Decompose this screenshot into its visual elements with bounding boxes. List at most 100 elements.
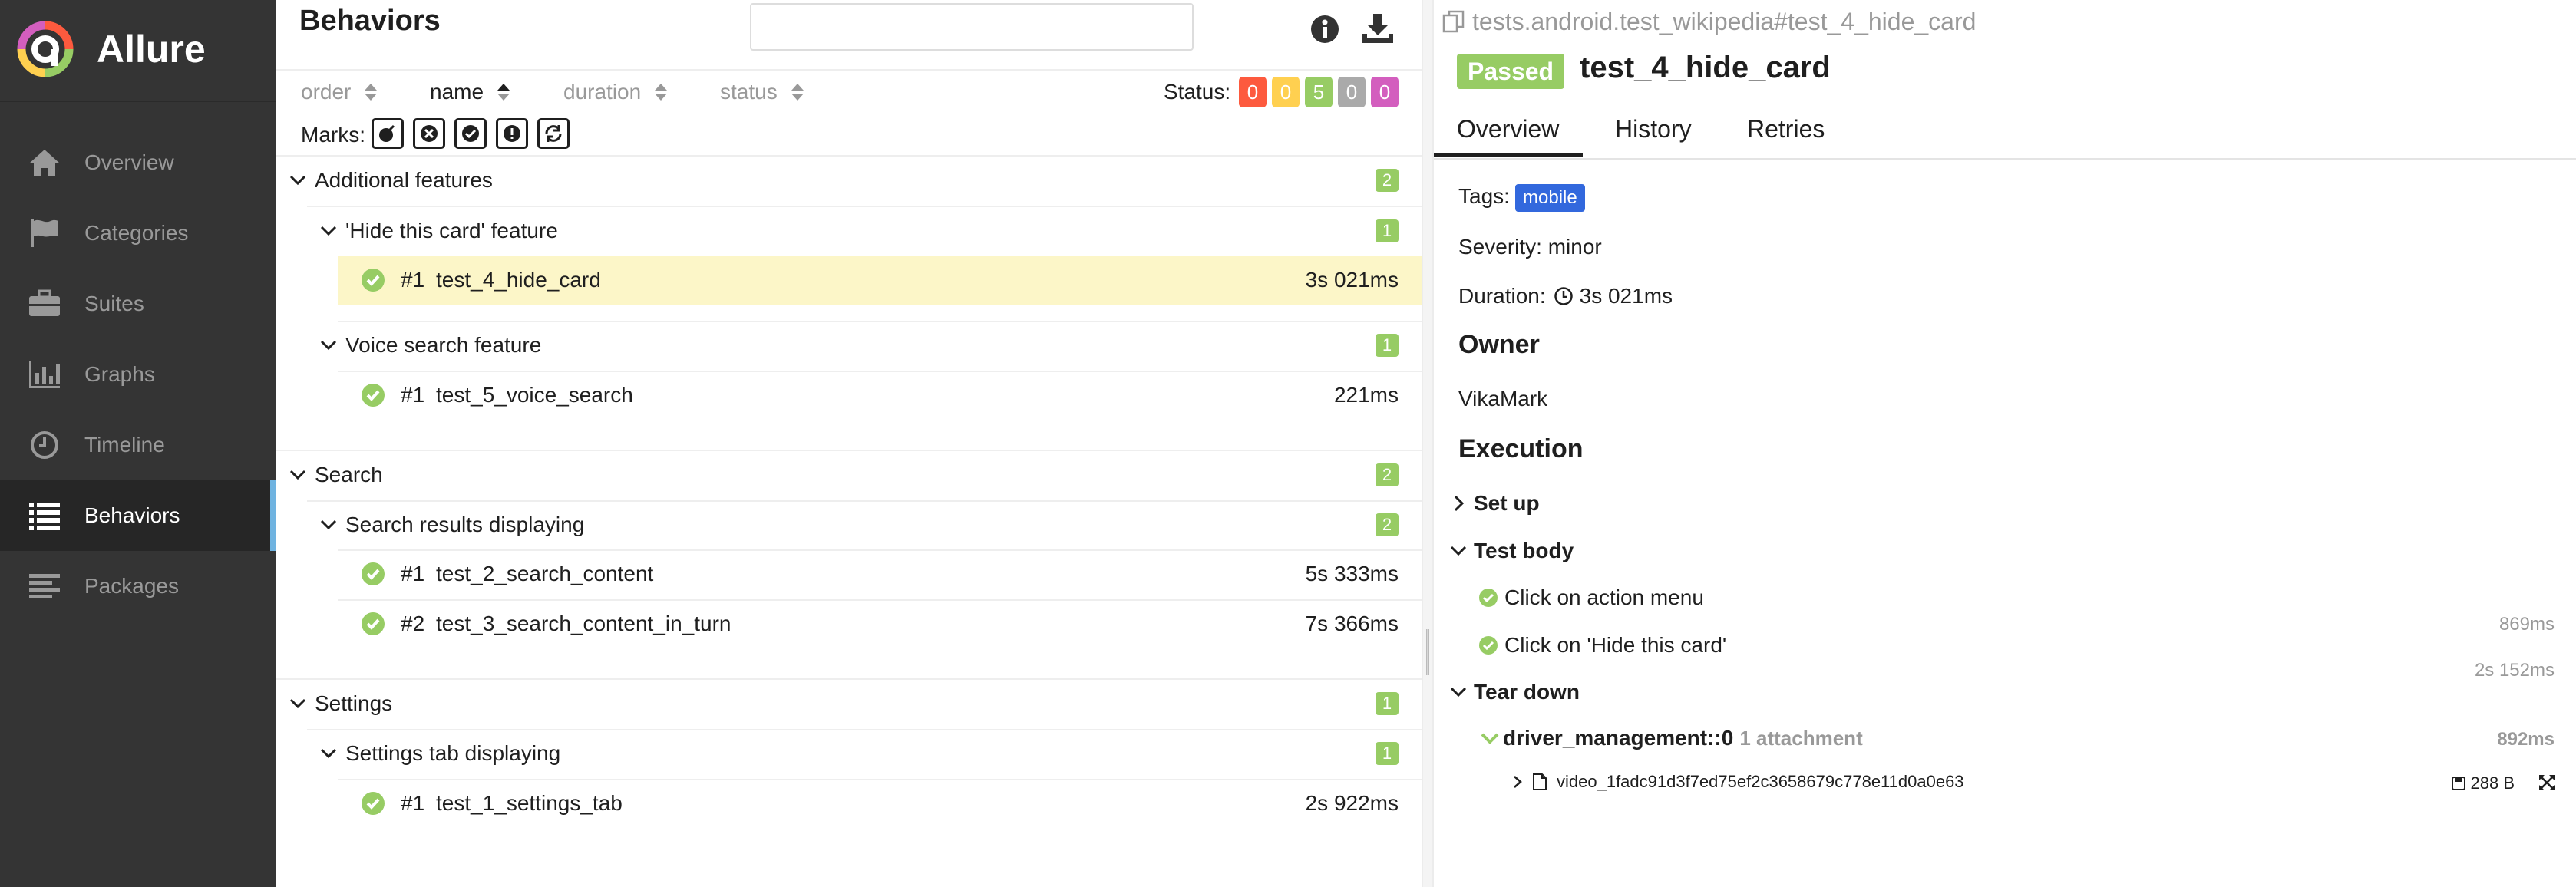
behaviors-panel: Behaviors order name duration status Sta… bbox=[276, 0, 1422, 887]
sidebar-item-label: Packages bbox=[84, 574, 179, 598]
tabs-divider bbox=[1434, 158, 2576, 160]
fixture-driver-management[interactable]: driver_management::0 1 attachment bbox=[1480, 726, 1863, 750]
sidebar-item-categories[interactable]: Categories bbox=[0, 198, 276, 269]
brand[interactable]: Allure bbox=[17, 18, 206, 80]
sort-by-order[interactable]: order bbox=[301, 80, 378, 104]
execution-heading: Execution bbox=[1458, 434, 1584, 463]
status-broken-toggle[interactable]: 0 bbox=[1272, 77, 1300, 107]
sidebar-item-packages[interactable]: Packages bbox=[0, 551, 276, 622]
tree-group-hide-card-feature[interactable]: 'Hide this card' feature 1 bbox=[276, 207, 1422, 255]
attachment-size-value: 288 B bbox=[2470, 773, 2515, 793]
count-badge: 1 bbox=[1376, 219, 1399, 242]
sidebar-item-label: Graphs bbox=[84, 362, 155, 386]
tree-group-search-results-displaying[interactable]: Search results displaying 2 bbox=[276, 501, 1422, 549]
test-name: test_5_voice_search bbox=[436, 383, 633, 407]
info-icon[interactable] bbox=[1309, 14, 1340, 45]
sidebar-item-timeline[interactable]: Timeline bbox=[0, 410, 276, 480]
stage-label: Test body bbox=[1474, 539, 1574, 562]
test-row-test-3-search-content-in-turn[interactable]: #2 test_3_search_content_in_turn 7s 366m… bbox=[338, 599, 1422, 648]
test-name: test_4_hide_card bbox=[436, 268, 601, 292]
testcase-title: test_4_hide_card bbox=[1580, 51, 1831, 84]
download-icon[interactable] bbox=[1360, 11, 1395, 46]
testcase-full-name: tests.android.test_wikipedia#test_4_hide… bbox=[1472, 8, 1977, 35]
home-icon bbox=[29, 150, 60, 176]
mark-new-failed-toggle[interactable] bbox=[413, 118, 445, 149]
chevron-down-icon bbox=[320, 519, 337, 530]
sidebar-item-label: Behaviors bbox=[84, 503, 180, 527]
mark-new-broken-toggle[interactable] bbox=[496, 118, 528, 149]
attachment-video[interactable]: video_1fadc91d3f7ed75ef2c3658679c778e11d… bbox=[1511, 772, 1964, 792]
clock-icon bbox=[1554, 287, 1573, 305]
owner-heading: Owner bbox=[1458, 330, 1540, 359]
pane-splitter[interactable] bbox=[1422, 0, 1434, 887]
group-label: Settings tab displaying bbox=[345, 741, 561, 765]
test-row-test-2-search-content[interactable]: #1 test_2_search_content 5s 333ms bbox=[338, 549, 1422, 598]
sort-by-duration[interactable]: duration bbox=[563, 80, 669, 104]
sidebar-item-behaviors[interactable]: Behaviors bbox=[0, 480, 276, 551]
stage-setup[interactable]: Set up bbox=[1449, 491, 1540, 516]
chevron-right-icon bbox=[1454, 495, 1465, 512]
chevron-down-icon bbox=[1450, 687, 1467, 697]
chevron-down-icon bbox=[320, 226, 337, 236]
status-passed-toggle[interactable]: 5 bbox=[1305, 77, 1333, 107]
step-click-hide-card[interactable]: Click on 'Hide this card' bbox=[1478, 633, 1726, 658]
chevron-right-icon bbox=[1514, 776, 1522, 788]
test-duration: 5s 333ms bbox=[1305, 562, 1399, 585]
tab-retries[interactable]: Retries bbox=[1747, 115, 1825, 143]
sidebar-item-label: Suites bbox=[84, 292, 144, 315]
mark-new-passed-toggle[interactable] bbox=[454, 118, 487, 149]
search-input[interactable] bbox=[750, 3, 1194, 51]
group-label: Voice search feature bbox=[345, 333, 542, 357]
count-badge: 2 bbox=[1376, 463, 1399, 486]
tree-group-additional-features[interactable]: Additional features 2 bbox=[276, 157, 1422, 204]
stage-test-body[interactable]: Test body bbox=[1449, 539, 1574, 563]
tab-history[interactable]: History bbox=[1615, 115, 1692, 143]
group-label: Search results displaying bbox=[345, 513, 585, 536]
marks-label: Marks: bbox=[301, 123, 365, 147]
test-row-test-4-hide-card[interactable]: #1 test_4_hide_card 3s 021ms bbox=[338, 256, 1422, 305]
test-number: #2 bbox=[401, 612, 425, 635]
check-circle-icon bbox=[362, 792, 385, 815]
chevron-down-icon bbox=[1481, 733, 1499, 744]
sidebar-item-suites[interactable]: Suites bbox=[0, 269, 276, 339]
step-click-action-menu[interactable]: Click on action menu bbox=[1478, 585, 1704, 610]
expand-icon[interactable] bbox=[2538, 773, 2556, 792]
test-name: test_1_settings_tab bbox=[436, 791, 623, 815]
mark-flaky-toggle[interactable] bbox=[372, 118, 404, 149]
mark-retries-toggle[interactable] bbox=[537, 118, 570, 149]
sorter-label: duration bbox=[563, 80, 642, 104]
sort-by-name[interactable]: name bbox=[430, 80, 511, 104]
tree-group-settings-tab-displaying[interactable]: Settings tab displaying 1 bbox=[276, 730, 1422, 777]
test-row-test-5-voice-search[interactable]: #1 test_5_voice_search 221ms bbox=[338, 371, 1422, 420]
tag-badge: mobile bbox=[1515, 184, 1585, 212]
copy-icon[interactable] bbox=[1442, 9, 1466, 34]
step-duration: 2s 152ms bbox=[2474, 660, 2555, 681]
header-divider bbox=[276, 69, 1422, 71]
sidebar-item-graphs[interactable]: Graphs bbox=[0, 339, 276, 410]
chevron-down-icon bbox=[320, 748, 337, 759]
check-circle-icon bbox=[1479, 589, 1498, 607]
active-tab-indicator bbox=[1434, 153, 1583, 157]
attachment-name: video_1fadc91d3f7ed75ef2c3658679c778e11d… bbox=[1557, 772, 1964, 791]
sidebar: Allure Overview Categories Suites Graphs… bbox=[0, 0, 276, 887]
group-label: Search bbox=[315, 463, 383, 486]
status-failed-toggle[interactable]: 0 bbox=[1239, 77, 1267, 107]
fixture-label: driver_management::0 bbox=[1503, 726, 1734, 750]
stage-tear-down[interactable]: Tear down bbox=[1449, 680, 1580, 704]
tab-overview[interactable]: Overview bbox=[1457, 115, 1559, 143]
test-row-test-1-settings-tab[interactable]: #1 test_1_settings_tab 2s 922ms bbox=[338, 779, 1422, 828]
allure-logo-icon bbox=[17, 21, 74, 77]
status-unknown-toggle[interactable]: 0 bbox=[1371, 77, 1399, 107]
tree-group-voice-search-feature[interactable]: Voice search feature 1 bbox=[276, 321, 1422, 369]
grip-icon bbox=[1426, 629, 1429, 675]
attachment-size: 288 B bbox=[2451, 773, 2515, 793]
tree-group-search[interactable]: Search 2 bbox=[276, 451, 1422, 499]
sidebar-item-overview[interactable]: Overview bbox=[0, 127, 276, 198]
tree-group-settings[interactable]: Settings 1 bbox=[276, 680, 1422, 727]
status-skipped-toggle[interactable]: 0 bbox=[1338, 77, 1366, 107]
stage-label: Tear down bbox=[1474, 680, 1580, 704]
sorter-label: order bbox=[301, 80, 352, 104]
sort-by-status[interactable]: status bbox=[720, 80, 805, 104]
check-circle-icon bbox=[1479, 636, 1498, 655]
count-badge: 2 bbox=[1376, 513, 1399, 536]
